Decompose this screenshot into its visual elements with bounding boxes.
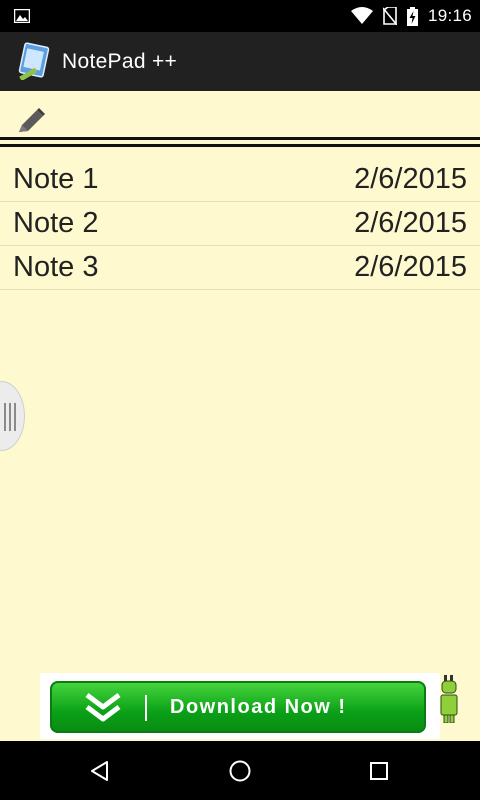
note-row[interactable]: Note 2 2/6/2015 <box>0 202 480 246</box>
battery-charging-icon <box>406 6 418 26</box>
note-row[interactable]: Note 3 2/6/2015 <box>0 246 480 290</box>
back-icon <box>91 760 108 781</box>
ad-banner[interactable]: Download Now ! <box>40 673 440 739</box>
gallery-icon <box>14 9 30 23</box>
note-title: Note 3 <box>13 251 99 283</box>
status-time: 19:16 <box>427 6 472 25</box>
note-date: 2/6/2015 <box>354 207 467 239</box>
pencil-icon[interactable] <box>16 107 46 135</box>
recents-icon <box>370 761 388 780</box>
action-bar: NotePad ++ <box>0 32 480 91</box>
note-title: Note 1 <box>13 163 99 195</box>
home-icon <box>229 760 251 781</box>
double-chevron-down-icon <box>85 693 121 722</box>
toolbar-row <box>0 91 480 137</box>
header-divider <box>0 137 480 140</box>
recents-button[interactable] <box>349 741 409 800</box>
navigation-bar <box>0 741 480 800</box>
no-sim-icon <box>382 7 397 25</box>
drawer-handle[interactable] <box>0 381 25 451</box>
notes-list: Note 1 2/6/2015 Note 2 2/6/2015 Note 3 2… <box>0 158 480 290</box>
android-icon <box>440 675 458 723</box>
app-title: NotePad ++ <box>62 50 178 73</box>
wifi-icon <box>350 7 373 24</box>
ad-download-button[interactable]: Download Now ! <box>50 681 426 733</box>
note-date: 2/6/2015 <box>354 163 467 195</box>
ad-divider <box>145 695 147 721</box>
back-button[interactable] <box>70 741 130 800</box>
ad-label: Download Now ! <box>170 696 347 718</box>
header-divider <box>0 144 480 147</box>
note-date: 2/6/2015 <box>354 251 467 283</box>
status-bar: 19:16 <box>0 0 480 32</box>
drag-handle-icon <box>4 403 18 431</box>
app-icon <box>18 42 50 80</box>
note-row[interactable]: Note 1 2/6/2015 <box>0 158 480 202</box>
note-title: Note 2 <box>13 207 99 239</box>
home-button[interactable] <box>210 741 270 800</box>
